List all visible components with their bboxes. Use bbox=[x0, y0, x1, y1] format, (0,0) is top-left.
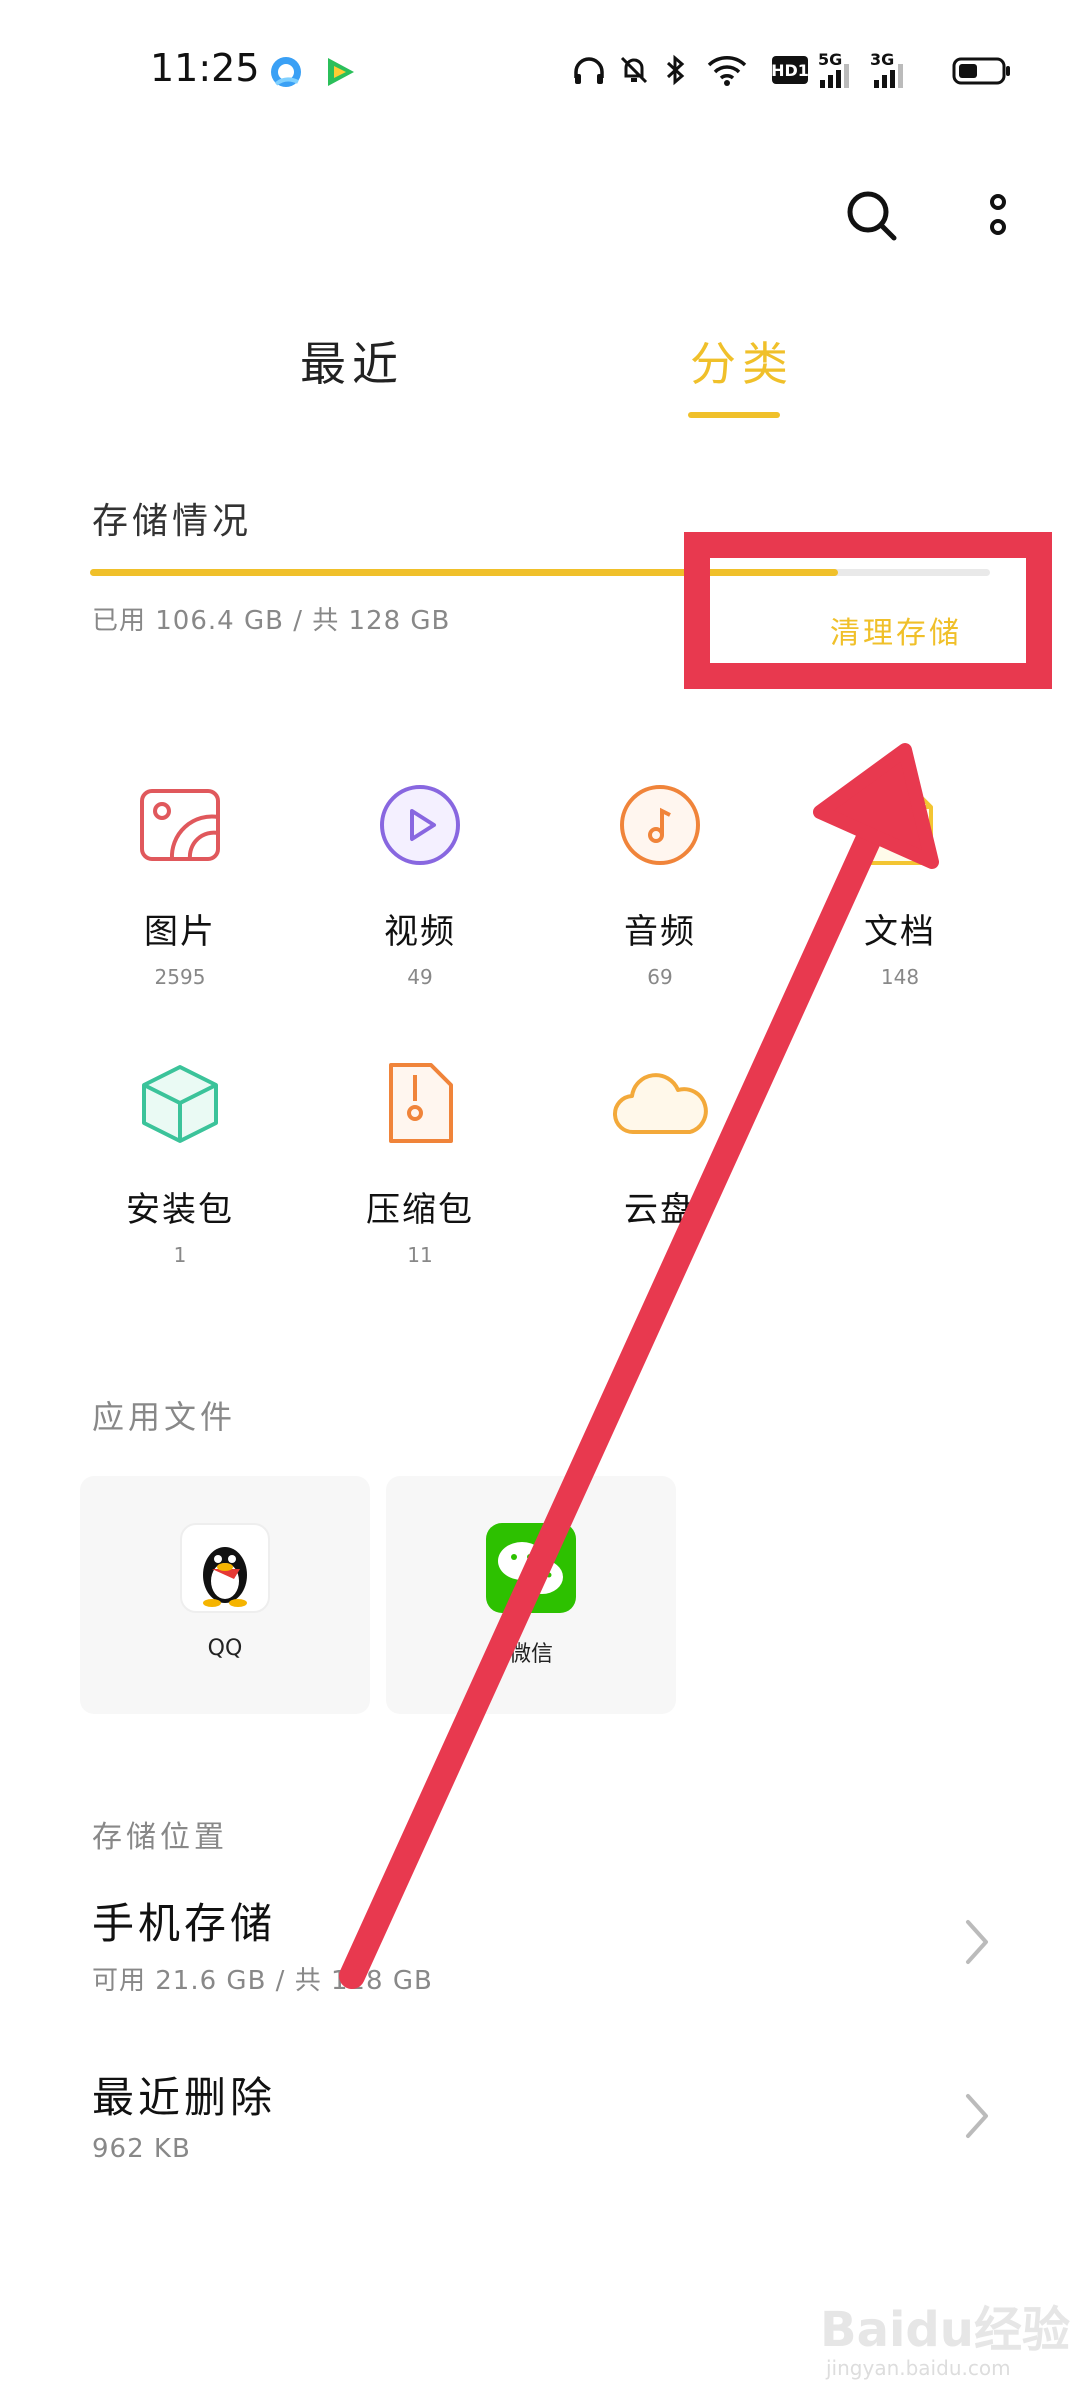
search-icon bbox=[844, 188, 900, 248]
video-app-icon bbox=[320, 52, 360, 96]
cloud-icon bbox=[560, 1058, 760, 1148]
mute-bell-icon bbox=[618, 54, 650, 90]
storage-location-recently-deleted[interactable]: 最近删除 962 KB bbox=[0, 2064, 1080, 2214]
category-count: 49 bbox=[407, 965, 433, 989]
category-label: 压缩包 bbox=[366, 1190, 474, 1230]
category-label: 云盘 bbox=[624, 1190, 696, 1230]
storage-usage-text: 已用 106.4 GB / 共 128 GB bbox=[92, 606, 451, 636]
status-time: 11:25 bbox=[150, 46, 260, 90]
category-label: 音频 bbox=[624, 912, 696, 952]
category-documents[interactable]: 文档 148 bbox=[800, 780, 1000, 989]
annotation-highlight-box bbox=[684, 532, 1052, 689]
signal-5g-icon bbox=[818, 64, 854, 92]
archive-icon bbox=[320, 1058, 520, 1148]
category-cloud[interactable]: 云盘 bbox=[560, 1058, 760, 1243]
headphones-icon bbox=[572, 56, 606, 90]
category-label: 安装包 bbox=[126, 1190, 234, 1230]
app-name: QQ bbox=[207, 1636, 243, 1661]
qq-icon bbox=[180, 1523, 270, 1613]
category-count: 148 bbox=[880, 965, 920, 989]
location-name: 手机存储 bbox=[92, 1899, 277, 1948]
app-file-wechat[interactable]: 微信 bbox=[386, 1476, 676, 1714]
audio-icon bbox=[560, 780, 760, 870]
category-count: 1 bbox=[173, 1243, 187, 1267]
category-label: 视频 bbox=[384, 912, 456, 952]
category-audio[interactable]: 音频 69 bbox=[560, 780, 760, 989]
category-count: 2595 bbox=[154, 965, 206, 989]
video-icon bbox=[320, 780, 520, 870]
image-icon bbox=[80, 780, 280, 870]
hd-voice-badge: HD1 bbox=[771, 56, 809, 84]
location-detail: 可用 21.6 GB / 共 128 GB bbox=[92, 1966, 433, 1996]
app-name: 微信 bbox=[508, 1642, 553, 1667]
storage-location-phone[interactable]: 手机存储 可用 21.6 GB / 共 128 GB bbox=[0, 1890, 1080, 2040]
location-detail: 962 KB bbox=[92, 2134, 191, 2164]
category-videos[interactable]: 视频 49 bbox=[320, 780, 520, 989]
tab-category[interactable]: 分类 bbox=[690, 328, 794, 394]
category-archives[interactable]: 压缩包 11 bbox=[320, 1058, 520, 1267]
storage-location-title: 存储位置 bbox=[92, 1820, 228, 1855]
document-icon bbox=[800, 780, 1000, 870]
search-button[interactable] bbox=[832, 178, 912, 258]
watermark-logo: Baidu经验 bbox=[820, 2302, 1070, 2358]
wechat-icon bbox=[486, 1523, 576, 1613]
category-packages[interactable]: 安装包 1 bbox=[80, 1058, 280, 1267]
chevron-right-icon bbox=[962, 2092, 992, 2144]
app-files-title: 应用文件 bbox=[92, 1398, 237, 1436]
browser-app-icon bbox=[268, 54, 304, 94]
tab-recent[interactable]: 最近 bbox=[300, 328, 404, 394]
category-label: 图片 bbox=[144, 912, 216, 952]
bluetooth-icon bbox=[662, 54, 690, 90]
signal-3g-icon bbox=[872, 64, 908, 92]
more-vertical-icon bbox=[986, 191, 1010, 245]
category-images[interactable]: 图片 2595 bbox=[80, 780, 280, 989]
location-name: 最近删除 bbox=[92, 2073, 277, 2122]
watermark-url: jingyan.baidu.com bbox=[826, 2356, 1011, 2380]
category-count: 69 bbox=[647, 965, 673, 989]
category-label: 文档 bbox=[864, 912, 936, 952]
active-tab-indicator bbox=[688, 412, 780, 418]
battery-icon bbox=[952, 56, 1012, 90]
storage-usage-title: 存储情况 bbox=[92, 501, 253, 542]
app-file-qq[interactable]: QQ bbox=[80, 1476, 370, 1714]
more-options-button[interactable] bbox=[958, 178, 1038, 258]
package-icon bbox=[80, 1058, 280, 1148]
category-count: 11 bbox=[407, 1243, 433, 1267]
chevron-right-icon bbox=[962, 1918, 992, 1970]
wifi-icon bbox=[706, 54, 748, 90]
